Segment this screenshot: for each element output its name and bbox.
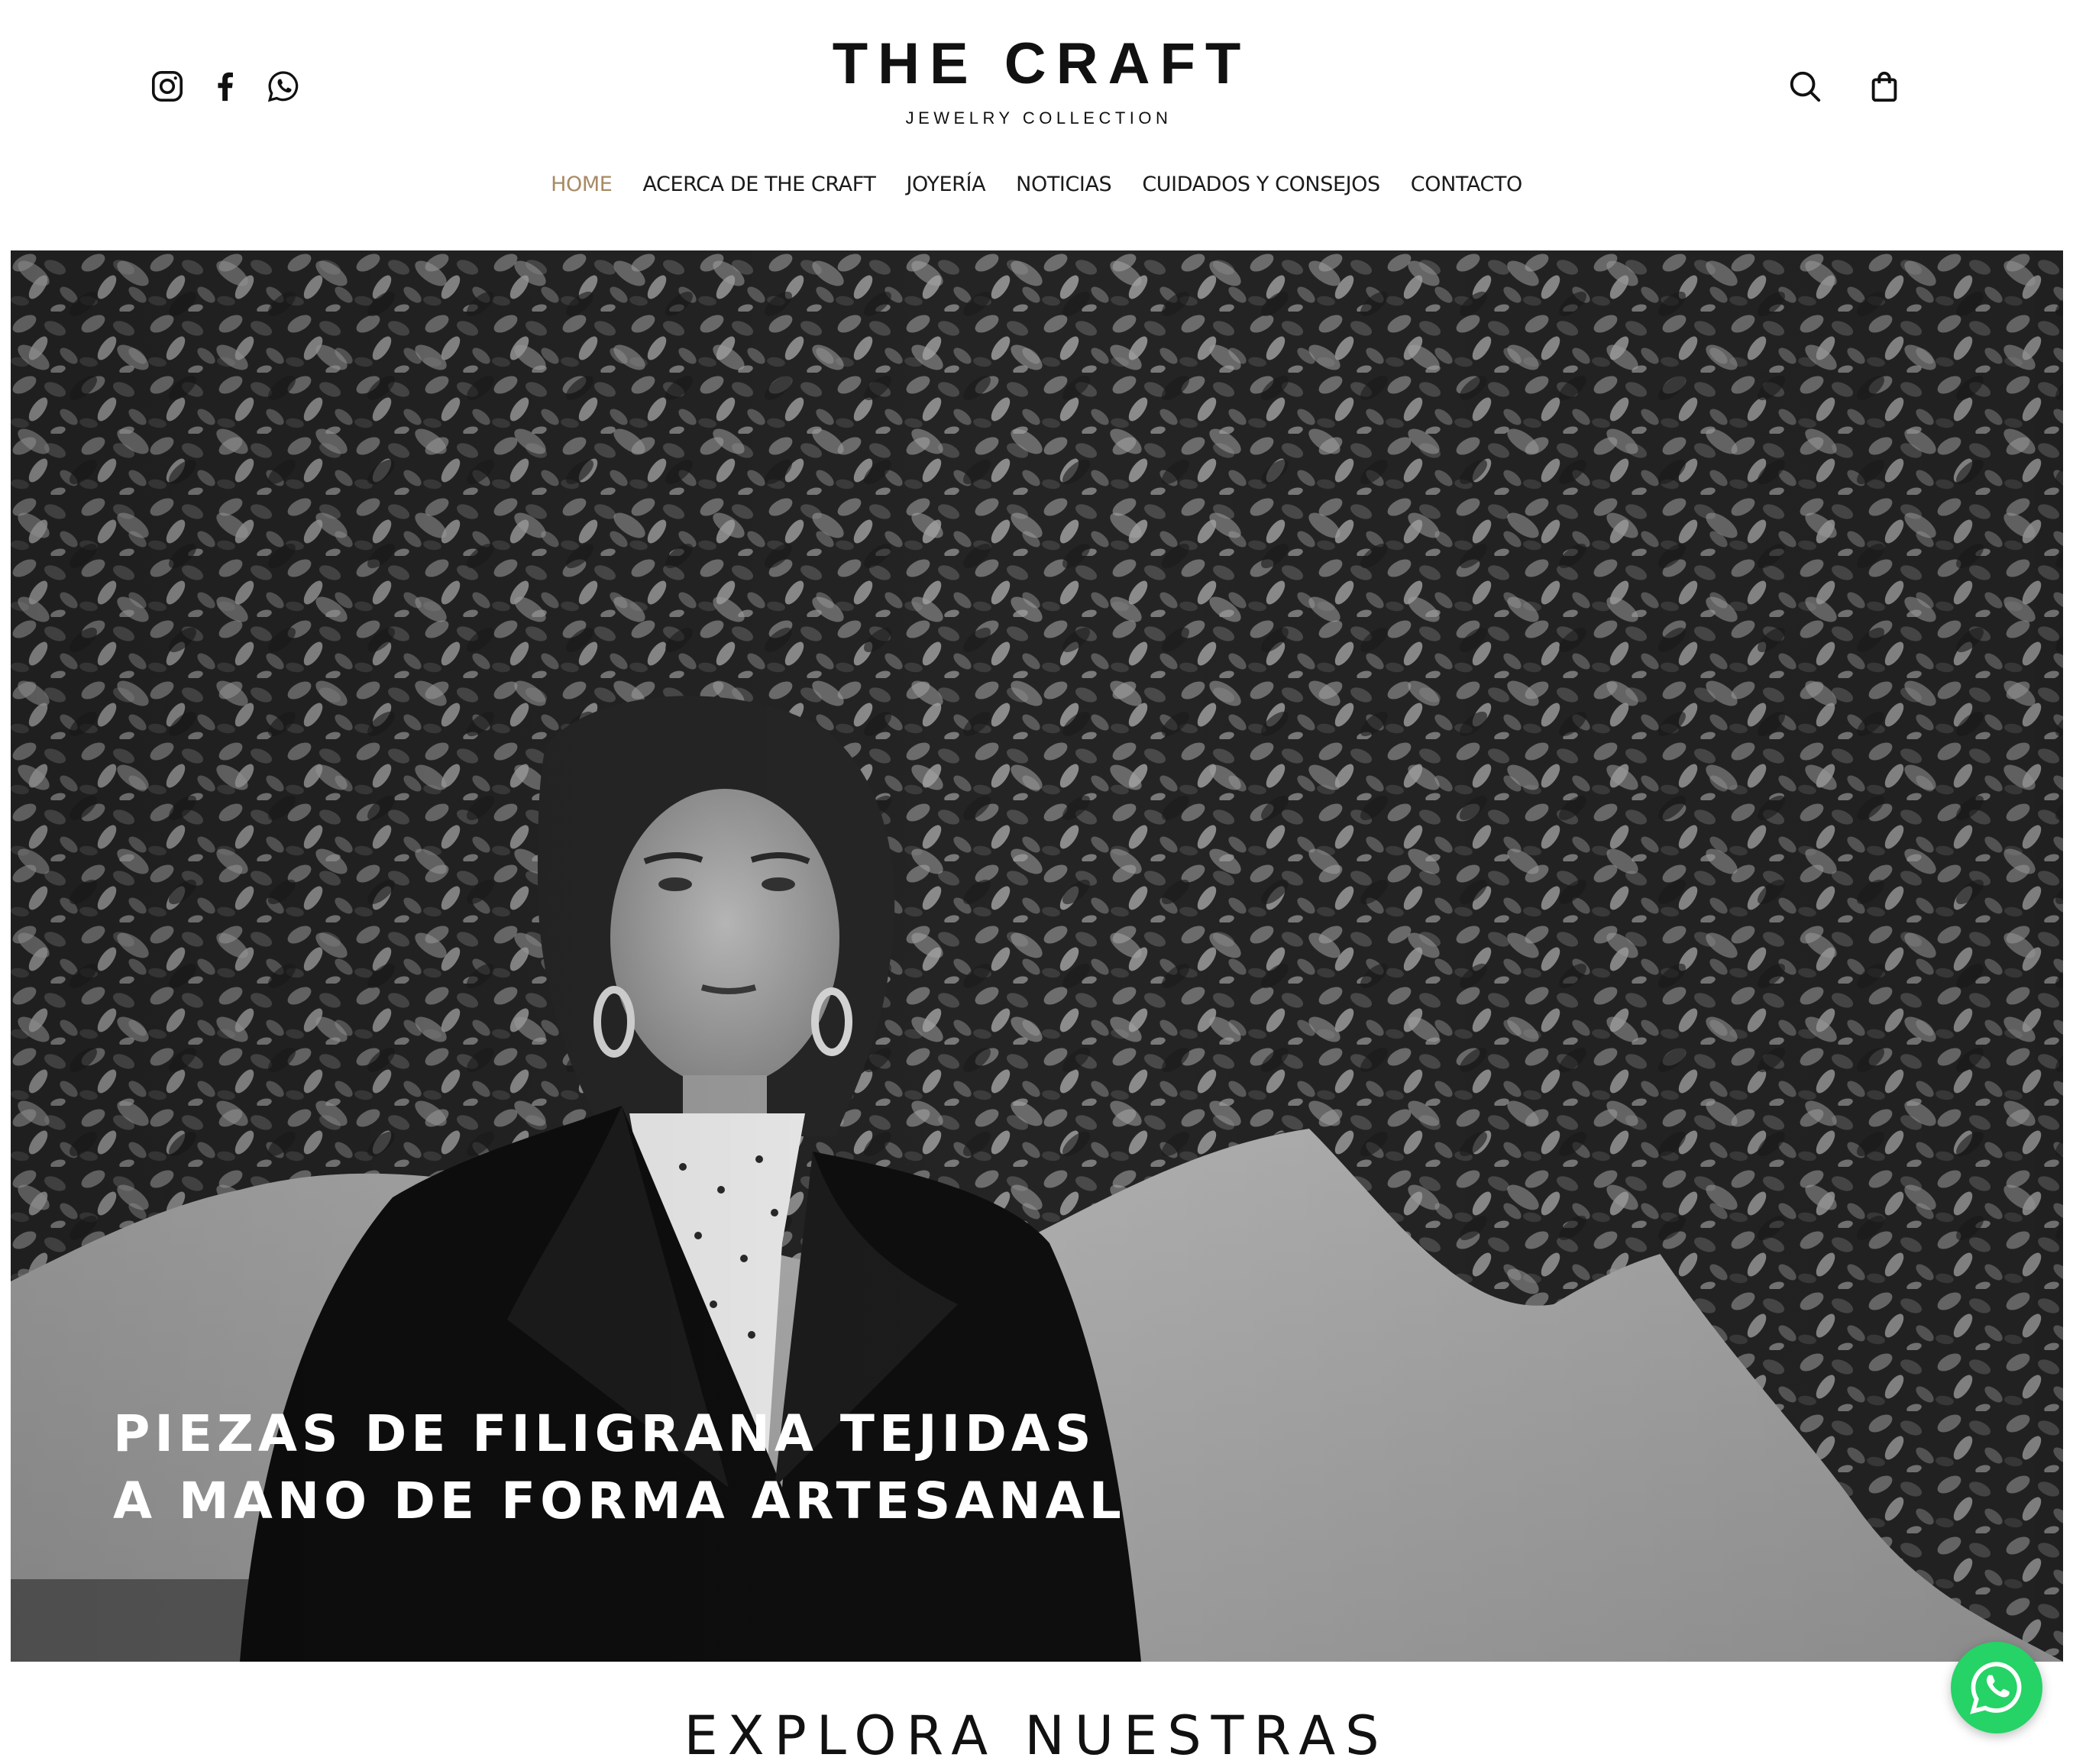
- main-nav: HOME ACERCA DE THE CRAFT JOYERÍA NOTICIA…: [0, 173, 2073, 196]
- site-header: THE CRAFT JEWELRY COLLECTION HOME ACERCA…: [0, 0, 2073, 250]
- hero-caption-line-2: A MANO DE FORMA ARTESANAL: [113, 1472, 1126, 1530]
- hero-banner: PIEZAS DE FILIGRANA TEJIDAS A MANO DE FO…: [11, 250, 2063, 1662]
- hero-caption: PIEZAS DE FILIGRANA TEJIDAS A MANO DE FO…: [113, 1401, 1126, 1535]
- social-links: [150, 67, 301, 105]
- nav-item-jewelry[interactable]: JOYERÍA: [906, 173, 985, 196]
- instagram-icon[interactable]: [150, 67, 185, 105]
- nav-item-news[interactable]: NOTICIAS: [1016, 173, 1112, 196]
- nav-item-about[interactable]: ACERCA DE THE CRAFT: [642, 173, 875, 196]
- nav-item-care-tips[interactable]: CUIDADOS Y CONSEJOS: [1142, 173, 1380, 196]
- brand-subtitle: JEWELRY COLLECTION: [905, 108, 1172, 128]
- whatsapp-icon: [1970, 1662, 2022, 1714]
- brand-logo[interactable]: THE CRAFT JEWELRY COLLECTION: [764, 34, 1309, 128]
- section-heading: EXPLORA NUESTRAS: [684, 1704, 1389, 1764]
- nav-item-contact[interactable]: CONTACTO: [1411, 173, 1522, 196]
- whatsapp-chat-button[interactable]: [1951, 1642, 2042, 1733]
- shopping-bag-icon[interactable]: [1867, 67, 1902, 105]
- whatsapp-icon[interactable]: [266, 67, 301, 105]
- page: THE CRAFT JEWELRY COLLECTION HOME ACERCA…: [0, 0, 2073, 1764]
- search-icon[interactable]: [1787, 67, 1822, 105]
- header-utilities: [1787, 67, 1902, 105]
- hero-caption-line-1: PIEZAS DE FILIGRANA TEJIDAS: [113, 1404, 1096, 1463]
- brand-title: THE CRAFT: [832, 31, 1251, 96]
- nav-item-home[interactable]: HOME: [551, 173, 613, 196]
- facebook-icon[interactable]: [208, 67, 243, 105]
